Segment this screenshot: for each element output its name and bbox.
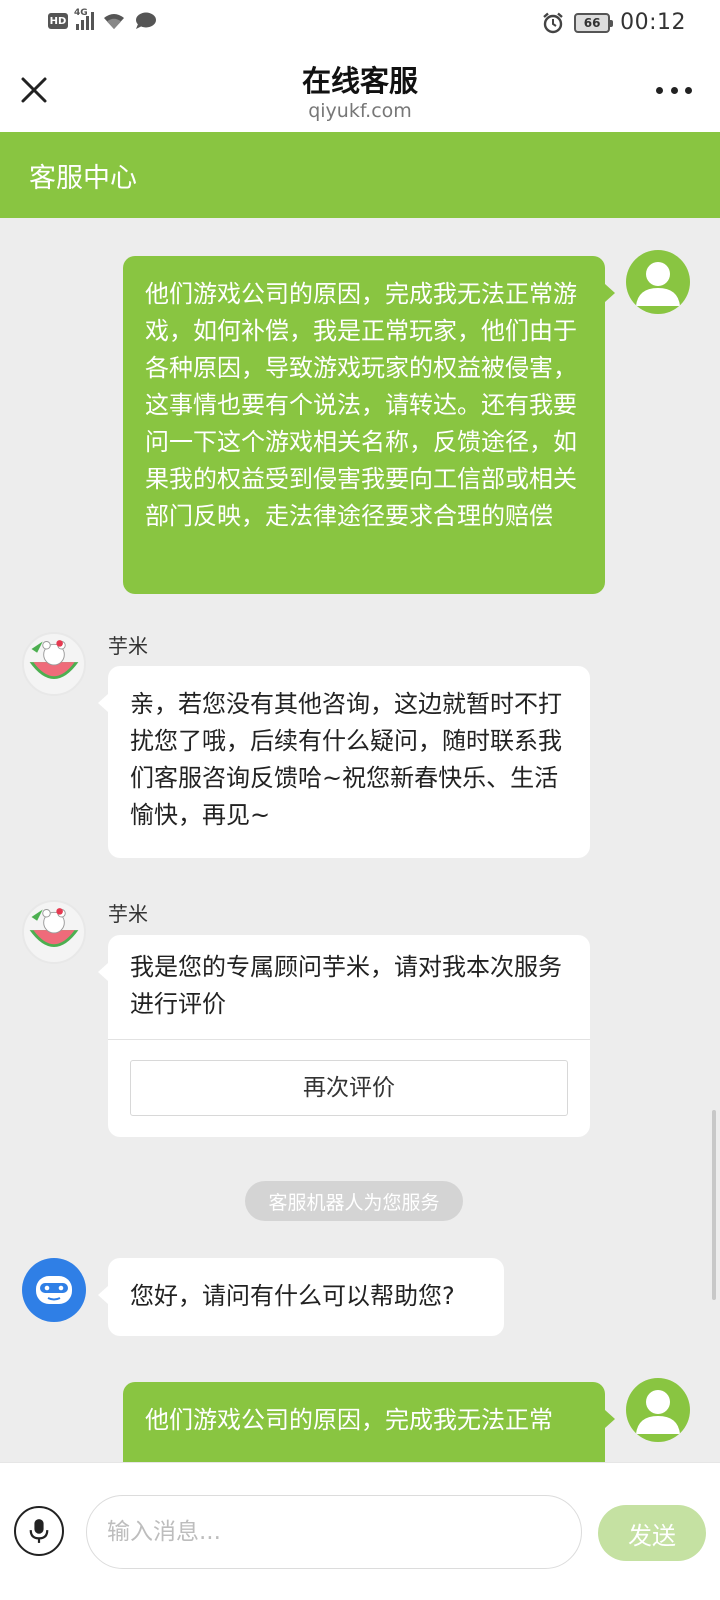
watermelon-kitty-icon: [29, 640, 79, 679]
message-text: 您好，请问有什么可以帮助您?: [130, 1282, 455, 1310]
user-avatar: [626, 250, 690, 314]
message-text: 他们游戏公司的原因，完成我无法正常: [145, 1406, 553, 1434]
scrollbar[interactable]: [712, 1110, 716, 1300]
wifi-icon: [104, 14, 124, 29]
user-message-bubble: 他们游戏公司的原因，完成我无法正常: [123, 1382, 615, 1462]
page-title: 在线客服: [301, 64, 418, 98]
more-dots-icon[interactable]: [656, 84, 692, 96]
alarm-icon: [543, 12, 563, 33]
send-button[interactable]: 发送: [598, 1505, 706, 1561]
hd-icon: HD: [48, 13, 68, 29]
cellular-signal-icon: 4G: [74, 8, 94, 30]
message-text: 我是您的专属顾问芋米，请对我本次服务进行评价: [130, 953, 562, 1018]
user-silhouette-icon: [636, 1390, 680, 1434]
chat-area[interactable]: 他们游戏公司的原因，完成我无法正常游戏，如何补偿，我是正常玩家，他们由于各种原因…: [0, 218, 720, 1462]
input-bar: 发送: [0, 1462, 720, 1600]
bot-message-bubble: 您好，请问有什么可以帮助您?: [98, 1258, 504, 1336]
agent-message-bubble: 亲，若您没有其他咨询，这边就暂时不打扰您了哦，后续有什么疑问，随时联系我们客服咨…: [98, 666, 590, 858]
message-text: 他们游戏公司的原因，完成我无法正常游戏，如何补偿，我是正常玩家，他们由于各种原因…: [145, 280, 577, 530]
user-silhouette-icon: [636, 262, 680, 306]
status-right: 66 00:12: [542, 10, 686, 35]
microphone-icon[interactable]: [14, 1506, 64, 1556]
service-center-bar: 客服中心: [0, 132, 720, 218]
user-message-bubble: 他们游戏公司的原因，完成我无法正常游戏，如何补偿，我是正常玩家，他们由于各种原因…: [123, 256, 615, 594]
bot-avatar: [22, 1258, 86, 1322]
evaluation-card: 我是您的专属顾问芋米，请对我本次服务进行评价 再次评价: [98, 935, 590, 1137]
service-center-title: 客服中心: [29, 163, 137, 194]
page-subtitle: qiyukf.com: [308, 100, 412, 122]
battery-icon: 66: [574, 12, 614, 33]
message-input[interactable]: [86, 1495, 582, 1569]
user-avatar: [626, 1378, 690, 1442]
agent-name: 芋米: [108, 634, 148, 658]
message-text: 亲，若您没有其他咨询，这边就暂时不打扰您了哦，后续有什么疑问，随时联系我们客服咨…: [130, 690, 562, 829]
status-left: HD 4G: [48, 8, 156, 30]
agent-avatar: [22, 900, 86, 964]
robot-icon: [36, 1276, 72, 1304]
nav-header: 在线客服 qiyukf.com: [0, 46, 720, 132]
agent-avatar: [22, 632, 86, 696]
clock: 00:12: [620, 10, 686, 35]
watermelon-kitty-icon: [29, 908, 79, 947]
re-evaluate-button[interactable]: 再次评价: [130, 1060, 568, 1116]
agent-name: 芋米: [108, 902, 148, 926]
system-tip: 客服机器人为您服务: [245, 1181, 463, 1221]
message-notification-icon: [136, 12, 156, 29]
status-bar: HD 4G 66 00:12: [0, 0, 720, 46]
divider: [108, 1039, 590, 1040]
